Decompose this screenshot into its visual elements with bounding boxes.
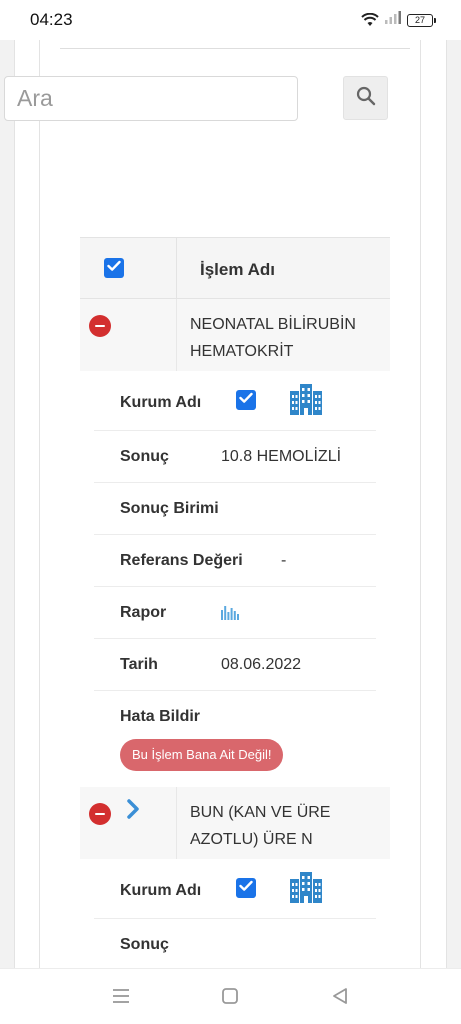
building-icon[interactable] [288,381,324,422]
record-row[interactable]: BUN (KAN VE ÜRE AZOTLU) ÜRE N [80,787,390,859]
frame-divider [446,40,447,968]
status-bar: 04:23 27 [0,0,461,40]
detail-row-kurum-adi: Kurum Adı [94,371,376,431]
search-input[interactable] [4,76,298,121]
record-row[interactable]: NEONATAL BİLİRUBİN HEMATOKRİT [80,299,390,371]
detail-value: 10.8 HEMOLİZLİ [221,448,342,465]
detail-label: Tarih [120,656,158,673]
column-divider [176,238,177,298]
status-time: 04:23 [30,10,73,29]
frame-right [447,40,461,968]
detail-row-referans: Referans Değeri - [94,535,376,587]
results-table: İşlem Adı NEONATAL BİLİRUBİN HEMATOKRİT … [80,237,390,968]
collapse-icon[interactable] [89,315,111,337]
search-icon [356,86,376,111]
frame-divider [14,40,15,968]
frame-divider [39,40,40,968]
detail-row-kurum-adi: Kurum Adı [94,859,376,919]
detail-row-rapor: Rapor [94,587,376,639]
wifi-icon [361,13,379,27]
page-content: İşlem Adı NEONATAL BİLİRUBİN HEMATOKRİT … [0,40,461,968]
detail-label: Sonuç [120,448,169,465]
column-header-islem-adi: İşlem Adı [200,260,275,279]
kurum-checkbox[interactable] [236,878,256,898]
record-name: NEONATAL BİLİRUBİN HEMATOKRİT [190,316,356,360]
chevron-right-icon[interactable] [126,798,140,825]
column-divider [176,299,177,371]
collapse-icon[interactable] [89,803,111,825]
report-error-button[interactable]: Bu İşlem Bana Ait Değil! [120,739,284,771]
detail-value: 08.06.2022 [221,656,302,673]
column-divider [176,787,177,859]
detail-label: Kurum Adı [120,394,202,411]
frame-divider [420,40,421,968]
detail-label: Hata Bildir [120,708,201,725]
home-icon[interactable] [221,987,239,1010]
detail-label: Sonuç Birimi [120,500,219,517]
table-header: İşlem Adı [80,237,390,299]
detail-row-sonuc-birimi: Sonuç Birimi [94,483,376,535]
back-icon[interactable] [331,987,349,1010]
detail-row-hata-bildir: Hata Bildir Bu İşlem Bana Ait Değil! [94,691,376,787]
menu-icon[interactable] [111,987,131,1010]
divider [60,48,410,49]
select-all-checkbox[interactable] [104,258,124,278]
building-icon[interactable] [288,869,324,910]
signal-icon [385,11,401,29]
checkbox-checked-icon [239,391,253,409]
detail-label: Referans Değeri [120,552,243,569]
detail-label: Sonuç [120,936,169,953]
detail-row-sonuc: Sonuç [94,919,376,968]
kurum-checkbox[interactable] [236,390,256,410]
status-icons: 27 [361,11,436,29]
system-nav-bar [0,968,461,1024]
checkbox-checked-icon [239,879,253,897]
record-name: BUN (KAN VE ÜRE AZOTLU) ÜRE N [190,804,331,848]
detail-label: Kurum Adı [120,882,202,899]
detail-row-sonuc: Sonuç 10.8 HEMOLİZLİ [94,431,376,483]
detail-label: Rapor [120,604,167,621]
checkbox-checked-icon [107,259,121,277]
search-button[interactable] [343,76,388,120]
detail-value: - [281,552,287,569]
bar-chart-icon[interactable] [221,604,239,625]
detail-row-tarih: Tarih 08.06.2022 [94,639,376,691]
battery-icon: 27 [407,13,436,27]
frame-left [0,40,14,968]
